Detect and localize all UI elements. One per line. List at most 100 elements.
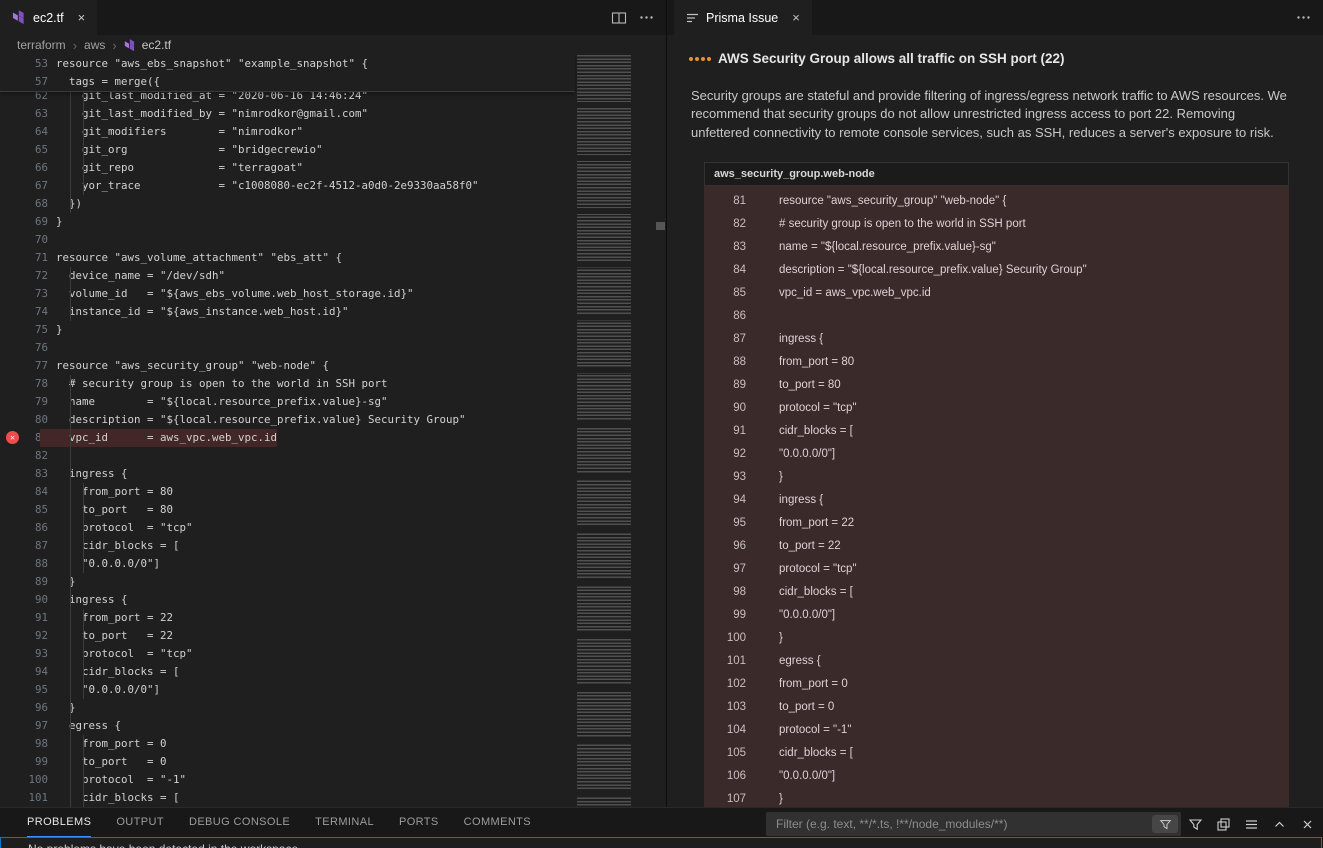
code-line[interactable]: ✕ 86 protocol = "tcp" bbox=[0, 519, 575, 537]
code-line[interactable]: ✕ 94 cidr_blocks = [ bbox=[0, 663, 575, 681]
line-number: 105 bbox=[704, 747, 746, 759]
minimap[interactable] bbox=[577, 55, 655, 807]
line-text: "0.0.0.0/0"] bbox=[779, 448, 835, 460]
code-line[interactable]: ✕ 84 from_port = 80 bbox=[0, 483, 575, 501]
code-line[interactable]: ✕ 101 cidr_blocks = [ bbox=[0, 789, 575, 807]
line-number: 53 bbox=[0, 55, 48, 73]
code-line[interactable]: ✕ 75 } bbox=[0, 321, 575, 339]
code-line[interactable]: ✕ 65 git_org = "bridgecrewio" bbox=[0, 141, 575, 159]
code-line: 103 to_port = 0 bbox=[704, 695, 1289, 718]
code-line[interactable]: ✕ 72 device_name = "/dev/sdh" bbox=[0, 267, 575, 285]
panel-tab[interactable]: PORTS bbox=[399, 808, 439, 837]
code-line[interactable]: ✕ 96 } bbox=[0, 699, 575, 717]
code-line[interactable]: ✕ 88 "0.0.0.0/0"] bbox=[0, 555, 575, 573]
filter-input[interactable] bbox=[766, 817, 1152, 831]
line-number: 85 bbox=[704, 287, 746, 299]
tab-bar: ec2.tf × bbox=[0, 0, 666, 35]
error-icon: ✕ bbox=[6, 431, 19, 444]
close-panel-icon[interactable] bbox=[1300, 817, 1315, 832]
code-line[interactable]: ✕ 97 egress { bbox=[0, 717, 575, 735]
code-line[interactable]: ✕ 74 instance_id = "${aws_instance.web_h… bbox=[0, 303, 575, 321]
split-editor-icon[interactable] bbox=[611, 10, 627, 26]
code-line: 99 "0.0.0.0/0"] bbox=[704, 603, 1289, 626]
code-line[interactable]: ✕ 73 volume_id = "${aws_ebs_volume.web_h… bbox=[0, 285, 575, 303]
code-line[interactable]: ✕ 79 name = "${local.resource_prefix.val… bbox=[0, 393, 575, 411]
line-number: 76 bbox=[0, 339, 48, 357]
panel-tab[interactable]: PROBLEMS bbox=[27, 808, 91, 837]
code-line[interactable]: ✕ 66 git_repo = "terragoat" bbox=[0, 159, 575, 177]
line-text: } bbox=[48, 573, 76, 591]
more-actions-icon[interactable] bbox=[639, 10, 654, 25]
code-line[interactable]: ✕ 91 from_port = 22 bbox=[0, 609, 575, 627]
code-line[interactable]: ✕ 90 ingress { bbox=[0, 591, 575, 609]
code-line[interactable]: ✕ 64 git_modifiers = "nimrodkor" bbox=[0, 123, 575, 141]
close-icon[interactable]: × bbox=[792, 10, 800, 25]
code-line[interactable]: ✕ 77 resource "aws_security_group" "web-… bbox=[0, 357, 575, 375]
breadcrumb-item[interactable]: aws bbox=[84, 38, 105, 52]
group-by-icon[interactable] bbox=[1216, 817, 1231, 832]
terraform-icon bbox=[12, 10, 27, 25]
line-number: 89 bbox=[704, 379, 746, 391]
code-line[interactable]: ✕ 92 to_port = 22 bbox=[0, 627, 575, 645]
code-line[interactable]: ✕ 76 bbox=[0, 339, 575, 357]
line-text: resource "aws_volume_attachment" "ebs_at… bbox=[48, 249, 342, 267]
code-line[interactable]: ✕ 87 cidr_blocks = [ bbox=[0, 537, 575, 555]
code-line[interactable]: ✕ 67 yor_trace = "c1008080-ec2f-4512-a0d… bbox=[0, 177, 575, 195]
code-line[interactable]: ✕ 85 to_port = 80 bbox=[0, 501, 575, 519]
code-line[interactable]: ✕ 81 vpc_id = aws_vpc.web_vpc.id bbox=[0, 429, 575, 447]
code-line[interactable]: ✕ 70 bbox=[0, 231, 575, 249]
code-line[interactable]: ✕ 100 protocol = "-1" bbox=[0, 771, 575, 789]
code-line[interactable]: ✕ 63 git_last_modified_by = "nimrodkor@g… bbox=[0, 105, 575, 123]
code-line[interactable]: ✕ 89 } bbox=[0, 573, 575, 591]
filter-icon[interactable] bbox=[1188, 817, 1203, 832]
line-number: 94 bbox=[704, 494, 746, 506]
line-number: 70 bbox=[0, 231, 48, 249]
line-number: 90 bbox=[704, 402, 746, 414]
more-actions-icon[interactable] bbox=[1296, 10, 1311, 25]
code-line: 100 } bbox=[704, 626, 1289, 649]
code-lines[interactable]: ✕ 62 git_last_modified_at = "2020-06-16 … bbox=[0, 92, 575, 807]
view-as-list-icon[interactable] bbox=[1244, 817, 1259, 832]
issue-panel: AWS Security Group allows all traffic on… bbox=[667, 37, 1323, 807]
code-editor[interactable]: 53 resource "aws_ebs_snapshot" "example_… bbox=[0, 55, 666, 807]
tab-ec2-tf[interactable]: ec2.tf × bbox=[0, 0, 97, 35]
panel-tab[interactable]: DEBUG CONSOLE bbox=[189, 808, 290, 837]
line-text: git_last_modified_by = "nimrodkor@gmail.… bbox=[48, 105, 368, 123]
code-line[interactable]: ✕ 78 # security group is open to the wor… bbox=[0, 375, 575, 393]
code-line: 86 bbox=[704, 304, 1289, 327]
issue-title-row: AWS Security Group allows all traffic on… bbox=[689, 51, 1065, 66]
close-icon[interactable]: × bbox=[78, 10, 86, 25]
code-line[interactable]: ✕ 62 git_last_modified_at = "2020-06-16 … bbox=[0, 92, 575, 105]
line-text: resource "aws_security_group" "web-node"… bbox=[48, 357, 329, 375]
line-text: } bbox=[48, 699, 76, 717]
code-line[interactable]: ✕ 95 "0.0.0.0/0"] bbox=[0, 681, 575, 699]
sticky-code-line[interactable]: 57 tags = merge({ bbox=[0, 73, 575, 91]
code-line[interactable]: ✕ 82 bbox=[0, 447, 575, 465]
code-line[interactable]: ✕ 68 }) bbox=[0, 195, 575, 213]
panel-tab[interactable]: TERMINAL bbox=[315, 808, 374, 837]
code-line[interactable]: ✕ 98 from_port = 0 bbox=[0, 735, 575, 753]
code-line[interactable]: ✕ 80 description = "${local.resource_pre… bbox=[0, 411, 575, 429]
breadcrumb-item[interactable]: terraform bbox=[17, 38, 66, 52]
sticky-code-line[interactable]: 53 resource "aws_ebs_snapshot" "example_… bbox=[0, 55, 575, 73]
tab-prisma-issue[interactable]: Prisma Issue × bbox=[674, 0, 812, 35]
line-number: 106 bbox=[704, 770, 746, 782]
code-line[interactable]: ✕ 93 protocol = "tcp" bbox=[0, 645, 575, 663]
code-line: 104 protocol = "-1" bbox=[704, 718, 1289, 741]
line-number: 68 bbox=[0, 195, 48, 213]
code-line[interactable]: ✕ 83 ingress { bbox=[0, 465, 575, 483]
scrollbar-thumb[interactable] bbox=[656, 222, 665, 230]
code-line[interactable]: ✕ 69 } bbox=[0, 213, 575, 231]
breadcrumb-item-file[interactable]: ec2.tf bbox=[124, 38, 171, 52]
line-text: device_name = "/dev/sdh" bbox=[48, 267, 225, 285]
panel-tab[interactable]: COMMENTS bbox=[464, 808, 531, 837]
panel-tab[interactable]: OUTPUT bbox=[116, 808, 164, 837]
line-text: tags = merge({ bbox=[48, 73, 160, 91]
line-text: from_port = 0 bbox=[48, 735, 167, 753]
indent-guide bbox=[70, 92, 71, 213]
maximize-panel-icon[interactable] bbox=[1272, 817, 1287, 832]
scrollbar[interactable] bbox=[655, 55, 666, 807]
code-line[interactable]: ✕ 99 to_port = 0 bbox=[0, 753, 575, 771]
code-line[interactable]: ✕ 71 resource "aws_volume_attachment" "e… bbox=[0, 249, 575, 267]
filter-icon[interactable] bbox=[1152, 815, 1178, 833]
